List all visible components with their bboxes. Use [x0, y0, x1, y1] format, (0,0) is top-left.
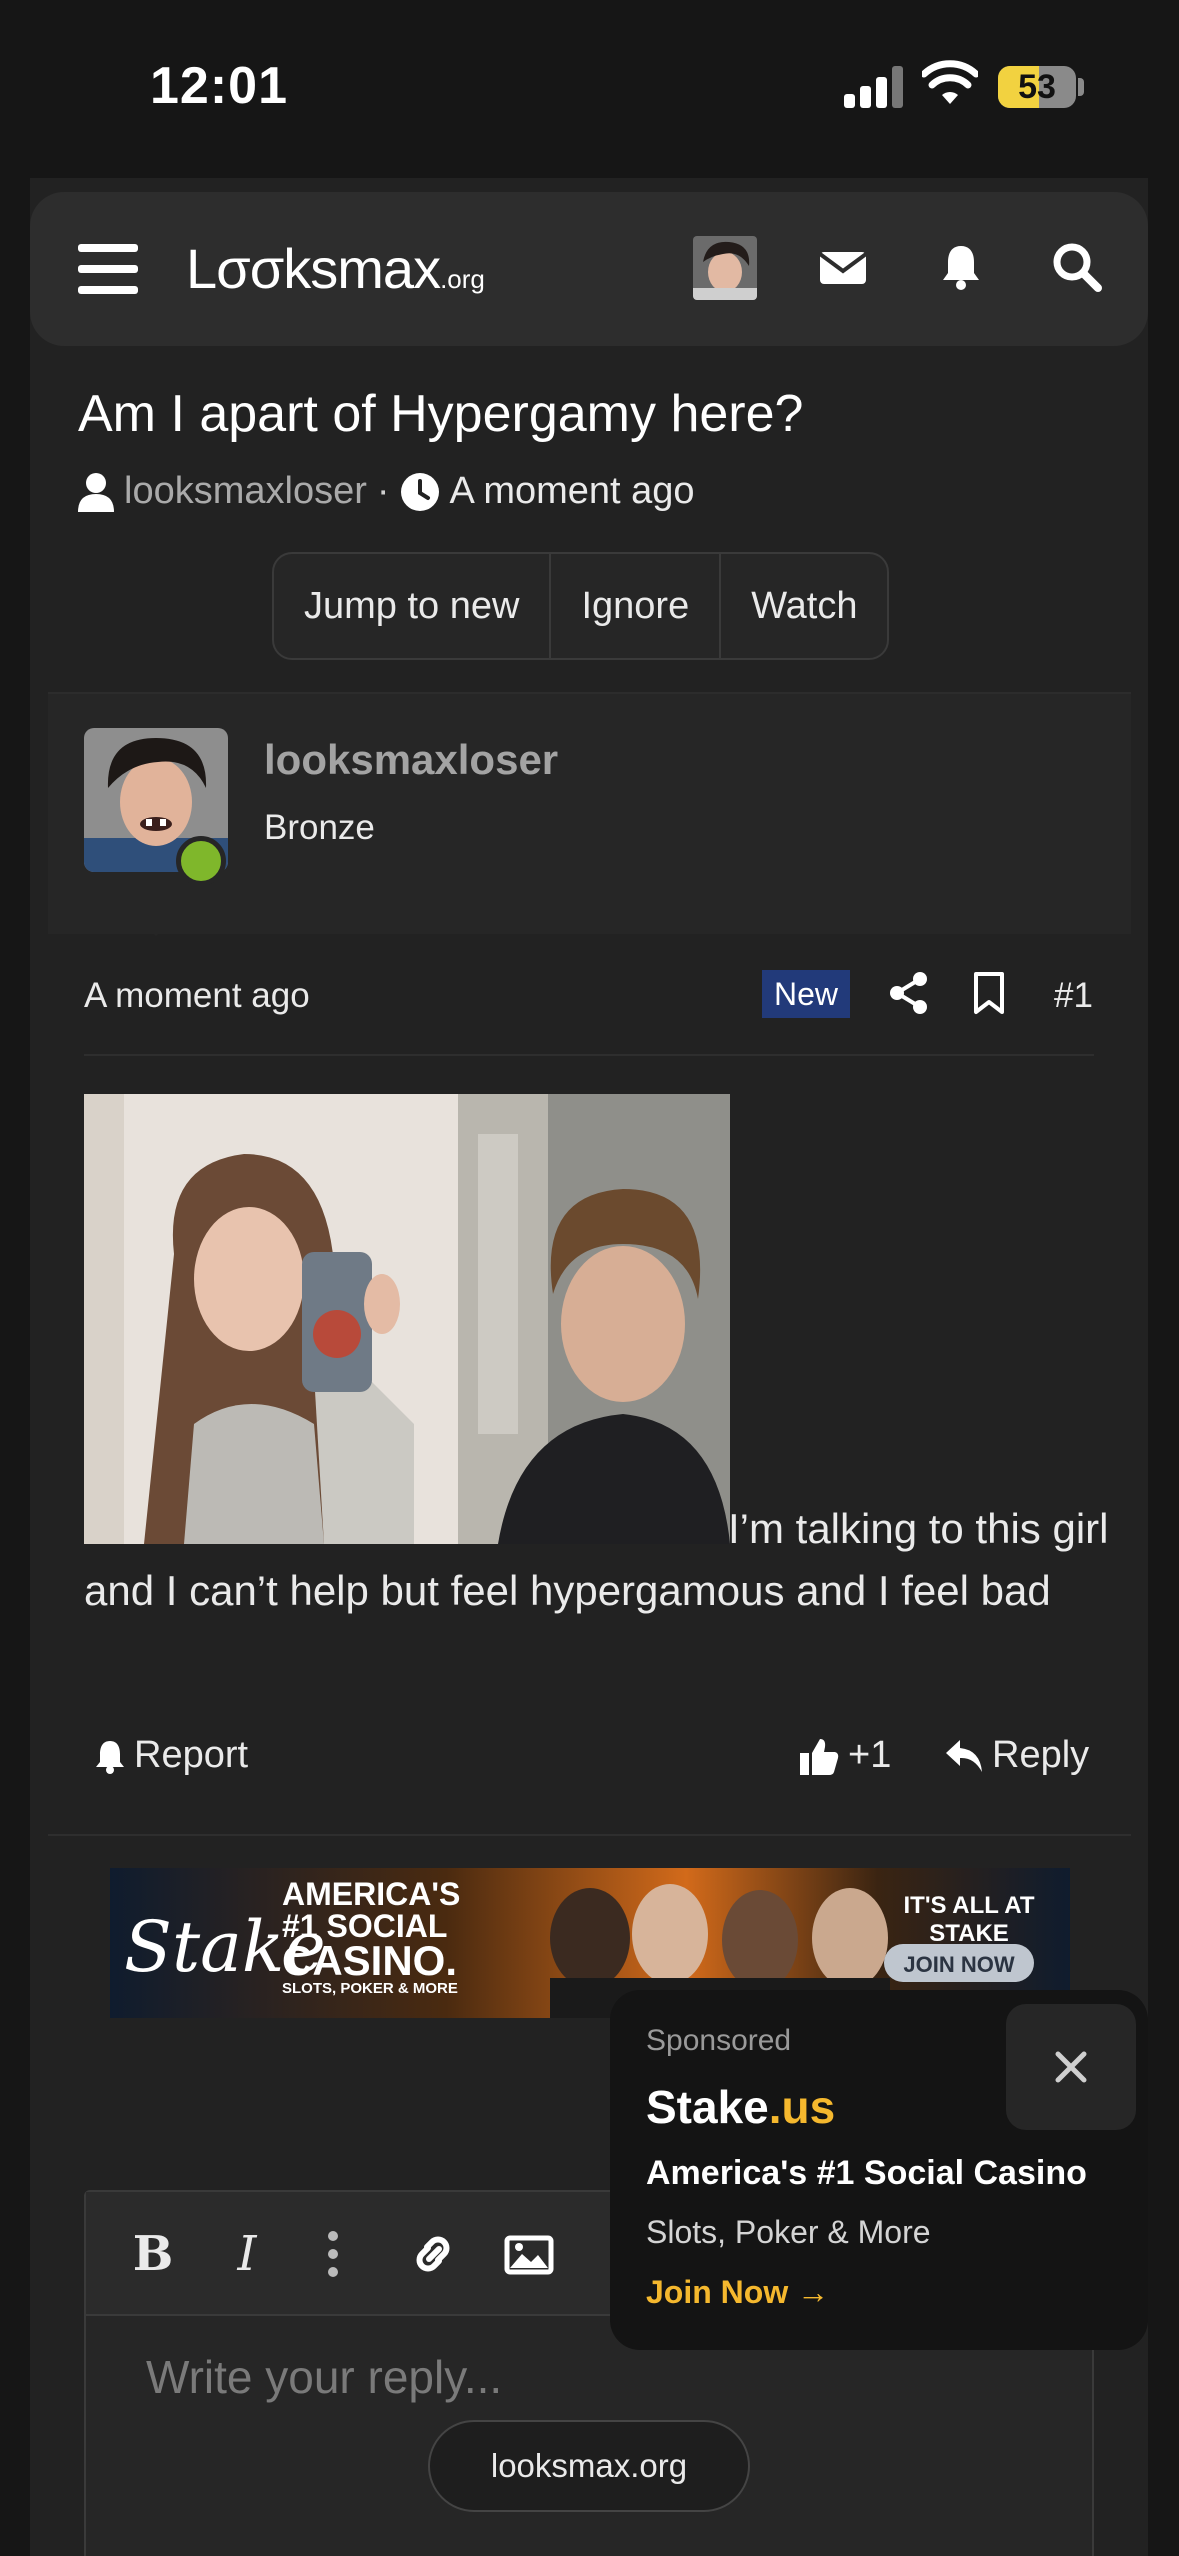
battery-icon: 53: [998, 66, 1076, 108]
meta-separator: ·: [376, 470, 390, 512]
post-body: I’m talking to this girl and I can’t hel…: [84, 1498, 1114, 1622]
thread-title: Am I apart of Hypergamy here?: [78, 385, 804, 443]
online-status-dot: [176, 836, 226, 886]
popup-join-now-link[interactable]: Join Now →: [646, 2274, 829, 2311]
user-icon: [78, 472, 114, 512]
bell-icon: [96, 1740, 124, 1774]
thread-meta: looksmaxloser · A moment ago: [78, 470, 695, 513]
post-number[interactable]: #1: [1054, 976, 1093, 1016]
share-icon[interactable]: [886, 970, 932, 1016]
popup-brand-main: Stake: [646, 2081, 769, 2133]
ad-headline: AMERICA'S #1 SOCIAL CASINO. SLOTS, POKER…: [282, 1878, 460, 1998]
photo-boy-image: [458, 1094, 730, 1544]
ad-line4: SLOTS, POKER & MORE: [282, 1980, 458, 1997]
reply-icon: [946, 1739, 982, 1772]
signal-icon: [844, 66, 904, 108]
close-icon: [1055, 2051, 1087, 2083]
ad-cta: JOIN NOW: [903, 1952, 1015, 1977]
post-photo-girl[interactable]: [84, 1094, 458, 1544]
photo-girl-image: [84, 1094, 458, 1544]
popup-headline: America's #1 Social Casino: [646, 2154, 1087, 2192]
more-options-icon[interactable]: [308, 2228, 358, 2280]
logo-text: Lσσksmax: [186, 237, 441, 300]
search-icon[interactable]: [1050, 240, 1104, 294]
url-pill[interactable]: looksmax.org: [428, 2420, 750, 2512]
status-bar: 12:01 53: [0, 0, 1179, 175]
battery-level: 53: [1018, 68, 1056, 106]
logo-suffix: .org: [440, 264, 485, 294]
post-time[interactable]: A moment ago: [84, 976, 310, 1016]
thread-time[interactable]: A moment ago: [450, 470, 695, 513]
bell-icon[interactable]: [934, 240, 988, 294]
report-button[interactable]: Report: [94, 1734, 248, 1777]
reply-label: Reply: [992, 1734, 1090, 1776]
sponsored-label: Sponsored: [646, 2024, 792, 2057]
post-meta-divider: [84, 1054, 1094, 1056]
watch-button[interactable]: Watch: [721, 554, 887, 658]
ad-line1: AMERICA'S: [282, 1876, 461, 1912]
post-photo-boy[interactable]: [458, 1094, 730, 1544]
ad-tagline: IT'S ALL AT STAKE: [903, 1892, 1035, 1947]
thread-author[interactable]: looksmaxloser: [124, 470, 367, 513]
post-body-text: I’m talking to this girl and I can’t hel…: [84, 1505, 1109, 1614]
link-icon[interactable]: [408, 2228, 458, 2280]
like-button[interactable]: +1: [798, 1734, 891, 1777]
italic-icon[interactable]: I: [222, 2226, 272, 2282]
reaction-count: +1: [848, 1734, 892, 1776]
thread-button-group: Jump to new Ignore Watch: [272, 552, 890, 660]
status-time: 12:01: [150, 57, 288, 115]
clock-icon: [400, 472, 439, 511]
image-icon[interactable]: [504, 2228, 554, 2280]
wifi-icon: [922, 60, 978, 104]
reply-input[interactable]: Write your reply...: [146, 2350, 502, 2404]
new-badge: New: [762, 970, 850, 1018]
menu-icon[interactable]: [78, 244, 138, 294]
thumbs-up-icon: [800, 1738, 839, 1775]
user-rank: Bronze: [264, 808, 375, 847]
popup-close-button[interactable]: [1006, 2004, 1136, 2130]
ad-line3: CASINO.: [282, 1937, 458, 1984]
jump-to-new-button[interactable]: Jump to new: [274, 554, 552, 658]
post-user-arrow: [128, 912, 184, 936]
report-label: Report: [134, 1734, 249, 1776]
bold-icon[interactable]: B: [128, 2226, 178, 2282]
post-username[interactable]: looksmaxloser: [264, 736, 558, 784]
post-footer-divider: [48, 1834, 1131, 1836]
ignore-button[interactable]: Ignore: [551, 554, 722, 658]
popup-brand-suffix: .us: [768, 2081, 836, 2133]
mail-icon[interactable]: [816, 240, 870, 294]
battery-tip: [1078, 78, 1084, 96]
reply-button[interactable]: Reply: [944, 1734, 1089, 1777]
bookmark-icon[interactable]: [966, 970, 1012, 1016]
popup-subtitle: Slots, Poker & More: [646, 2214, 931, 2250]
account-avatar[interactable]: [693, 236, 757, 300]
avatar-image: [693, 236, 757, 300]
popup-brand: Stake.us: [646, 2080, 835, 2134]
site-logo[interactable]: Lσσksmax.org: [186, 236, 485, 301]
